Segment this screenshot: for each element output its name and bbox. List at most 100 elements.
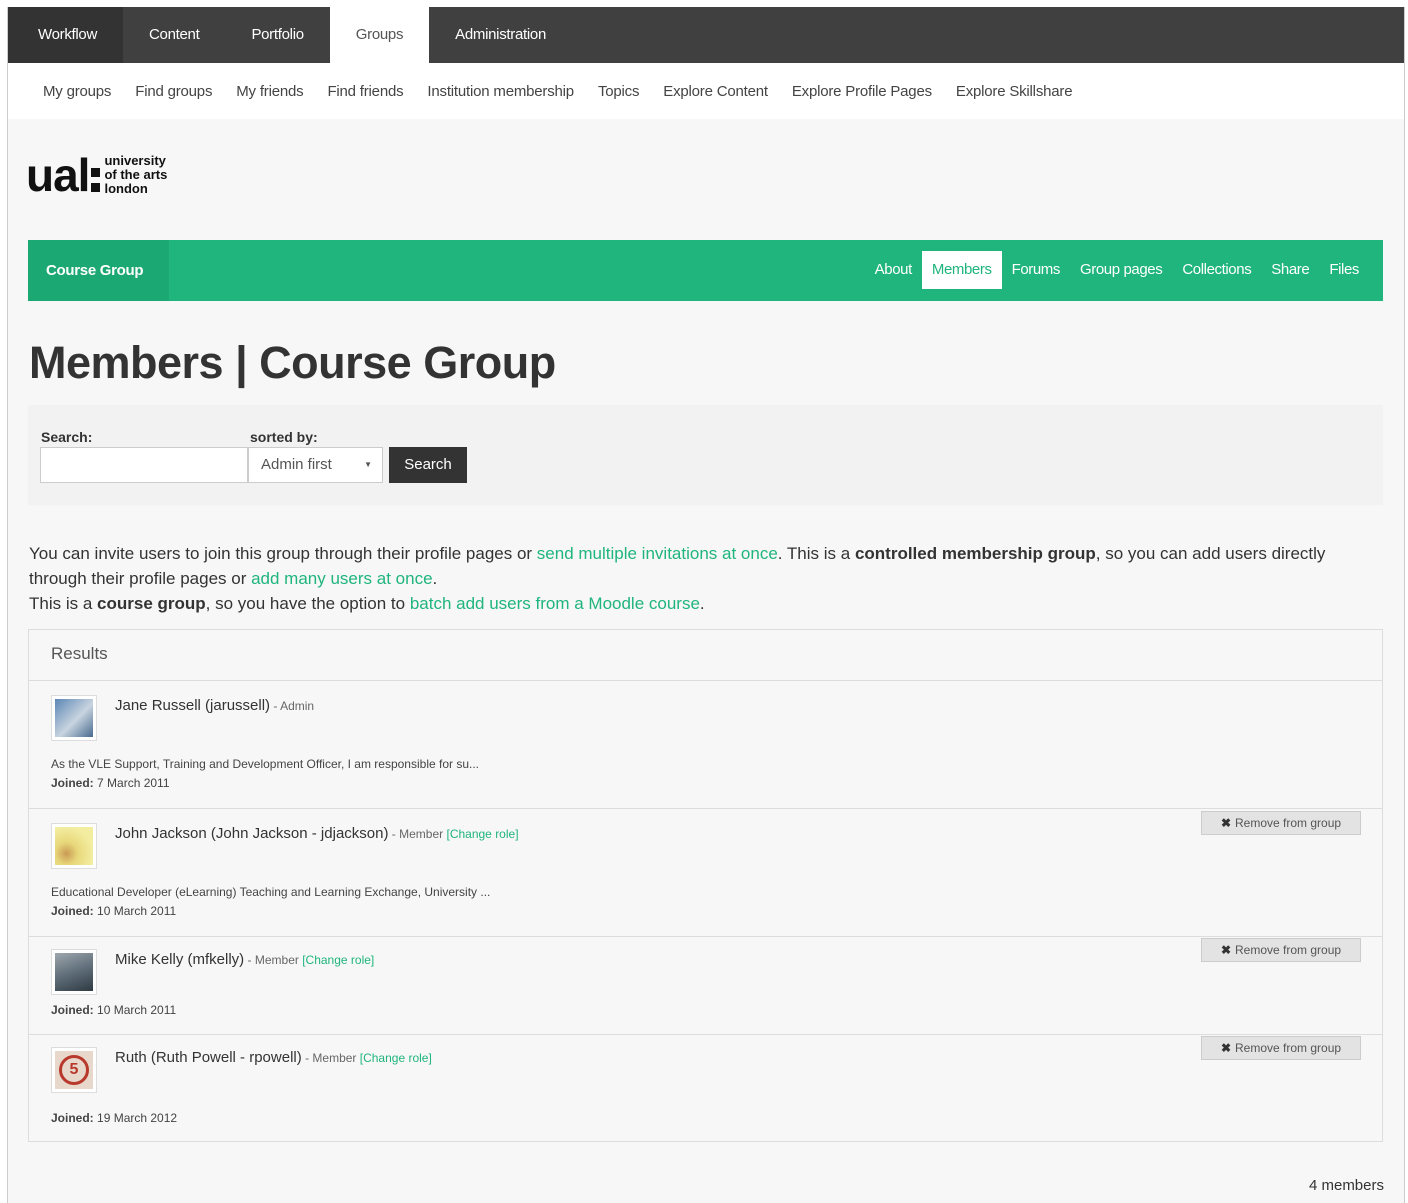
member-joined: Joined: 10 March 2011 (51, 1003, 176, 1017)
subnav-find-friends[interactable]: Find friends (327, 83, 403, 100)
joined-date: 10 March 2011 (97, 904, 177, 918)
remove-label: Remove from group (1235, 943, 1342, 957)
intro-text-2a: This is a (29, 594, 98, 613)
member-role: - Member (301, 1051, 360, 1065)
tab-content[interactable]: Content (123, 7, 225, 63)
intro-text-1a: You can invite users to join this group … (29, 544, 537, 563)
avatar[interactable]: 5 (51, 1047, 97, 1093)
member-name-link[interactable]: Ruth (Ruth Powell - rpowell) (115, 1049, 302, 1066)
member-joined: Joined: 19 March 2012 (51, 1111, 177, 1125)
group-tab-forums[interactable]: Forums (1002, 251, 1070, 289)
sort-select-value: Admin first (261, 456, 332, 473)
member-joined: Joined: 10 March 2011 (51, 904, 176, 918)
member-row: ✖ Remove from group Mike Kelly (mfkelly) … (29, 937, 1382, 1035)
member-name-link[interactable]: John Jackson (John Jackson - jdjackson) (115, 825, 388, 842)
member-name: Jane Russell (jarussell) - Admin (115, 697, 314, 714)
tab-portfolio[interactable]: Portfolio (225, 7, 329, 63)
sub-nav: My groups Find groups My friends Find fr… (8, 63, 1404, 119)
intro-text-1b: . This is a (777, 544, 855, 563)
search-panel: Search: sorted by: Admin first ▼ Search (28, 405, 1383, 505)
member-name-link[interactable]: Mike Kelly (mfkelly) (115, 951, 244, 968)
intro-text-2b: , so you have the option to (205, 594, 410, 613)
remove-from-group-button[interactable]: ✖ Remove from group (1201, 938, 1361, 962)
course-group-text: course group (97, 594, 206, 613)
member-role: - Member (244, 953, 303, 967)
change-role-link[interactable]: [Change role] (446, 827, 518, 841)
search-label: Search: (41, 429, 93, 445)
member-count: 4 members (1308, 1177, 1384, 1194)
logo-colon-icon (91, 168, 101, 192)
remove-from-group-button[interactable]: ✖ Remove from group (1201, 1036, 1361, 1060)
intro-text-1d: . (432, 569, 438, 588)
intro-text: You can invite users to join this group … (29, 541, 1379, 616)
remove-from-group-button[interactable]: ✖ Remove from group (1201, 811, 1361, 835)
joined-date: 10 March 2011 (97, 1003, 177, 1017)
intro-paragraph-2: This is a course group, so you have the … (29, 591, 1379, 616)
member-description: As the VLE Support, Training and Develop… (51, 757, 480, 771)
group-tab-files[interactable]: Files (1319, 251, 1369, 289)
member-description: Educational Developer (eLearning) Teachi… (51, 885, 491, 899)
joined-date: 7 March 2011 (97, 776, 170, 790)
subnav-find-groups[interactable]: Find groups (135, 83, 212, 100)
tab-groups[interactable]: Groups (329, 7, 430, 63)
close-icon: ✖ (1220, 943, 1231, 957)
add-many-users-link[interactable]: add many users at once (251, 569, 432, 588)
subnav-explore-profile-pages[interactable]: Explore Profile Pages (792, 83, 932, 100)
member-row: ✖ Remove from group John Jackson (John Ja… (29, 809, 1382, 937)
tab-administration[interactable]: Administration (429, 7, 572, 63)
joined-label: Joined: (51, 1003, 94, 1017)
logo-line-2: of the arts (104, 167, 168, 182)
subnav-explore-content[interactable]: Explore Content (663, 83, 768, 100)
subnav-institution-membership[interactable]: Institution membership (427, 83, 574, 100)
group-tab-about[interactable]: About (865, 251, 922, 289)
member-name: Mike Kelly (mfkelly) - Member [Change ro… (115, 951, 374, 968)
joined-label: Joined: (51, 1111, 94, 1125)
search-button[interactable]: Search (389, 447, 467, 483)
remove-label: Remove from group (1235, 816, 1342, 830)
member-role: - Member (388, 827, 447, 841)
page-title: Members | Course Group (29, 337, 556, 388)
ual-logo[interactable]: ual university of the arts london (26, 152, 167, 198)
avatar[interactable] (51, 695, 97, 741)
send-invitations-link[interactable]: send multiple invitations at once (537, 544, 778, 563)
remove-label: Remove from group (1235, 1041, 1342, 1055)
group-tab-collections[interactable]: Collections (1172, 251, 1261, 289)
close-icon: ✖ (1220, 1041, 1231, 1055)
joined-date: 19 March 2012 (97, 1111, 178, 1125)
joined-label: Joined: (51, 904, 94, 918)
group-tab-share[interactable]: Share (1261, 251, 1319, 289)
member-role: - Admin (270, 699, 315, 713)
joined-label: Joined: (51, 776, 94, 790)
logo-text: university of the arts london (104, 154, 167, 196)
sorted-by-label: sorted by: (250, 429, 318, 445)
change-role-link[interactable]: [Change role] (360, 1051, 432, 1065)
subnav-my-friends[interactable]: My friends (236, 83, 303, 100)
group-name[interactable]: Course Group (28, 240, 170, 301)
member-name-link[interactable]: Jane Russell (jarussell) (115, 697, 270, 714)
member-name: Ruth (Ruth Powell - rpowell) - Member [C… (115, 1049, 432, 1066)
search-input[interactable] (40, 447, 248, 483)
sort-select[interactable]: Admin first ▼ (248, 447, 383, 483)
controlled-membership-text: controlled membership group (854, 544, 1096, 563)
member-joined: Joined: 7 March 2011 (51, 776, 170, 790)
subnav-explore-skillshare[interactable]: Explore Skillshare (956, 83, 1073, 100)
batch-add-moodle-link[interactable]: batch add users from a Moodle course (410, 594, 700, 613)
close-icon: ✖ (1220, 816, 1231, 830)
results-heading: Results (29, 630, 1382, 681)
group-tab-members[interactable]: Members (921, 251, 1002, 289)
logo-line-1: university (104, 153, 166, 168)
member-row: Jane Russell (jarussell) - Admin As the … (29, 681, 1382, 809)
change-role-link[interactable]: [Change role] (302, 953, 374, 967)
page-frame: Workflow Content Portfolio Groups Admini… (7, 7, 1405, 1203)
avatar[interactable] (51, 949, 97, 995)
group-tab-group-pages[interactable]: Group pages (1070, 251, 1172, 289)
avatar[interactable] (51, 823, 97, 869)
subnav-my-groups[interactable]: My groups (43, 83, 111, 100)
main-nav: Workflow Content Portfolio Groups Admini… (8, 7, 1404, 63)
logo-short: ual (26, 149, 90, 201)
logo-line-3: london (104, 181, 148, 196)
results-panel: Results Jane Russell (jarussell) - Admin… (28, 629, 1383, 1142)
tab-workflow[interactable]: Workflow (8, 7, 123, 63)
subnav-topics[interactable]: Topics (598, 83, 640, 100)
intro-text-2c: . (699, 594, 705, 613)
